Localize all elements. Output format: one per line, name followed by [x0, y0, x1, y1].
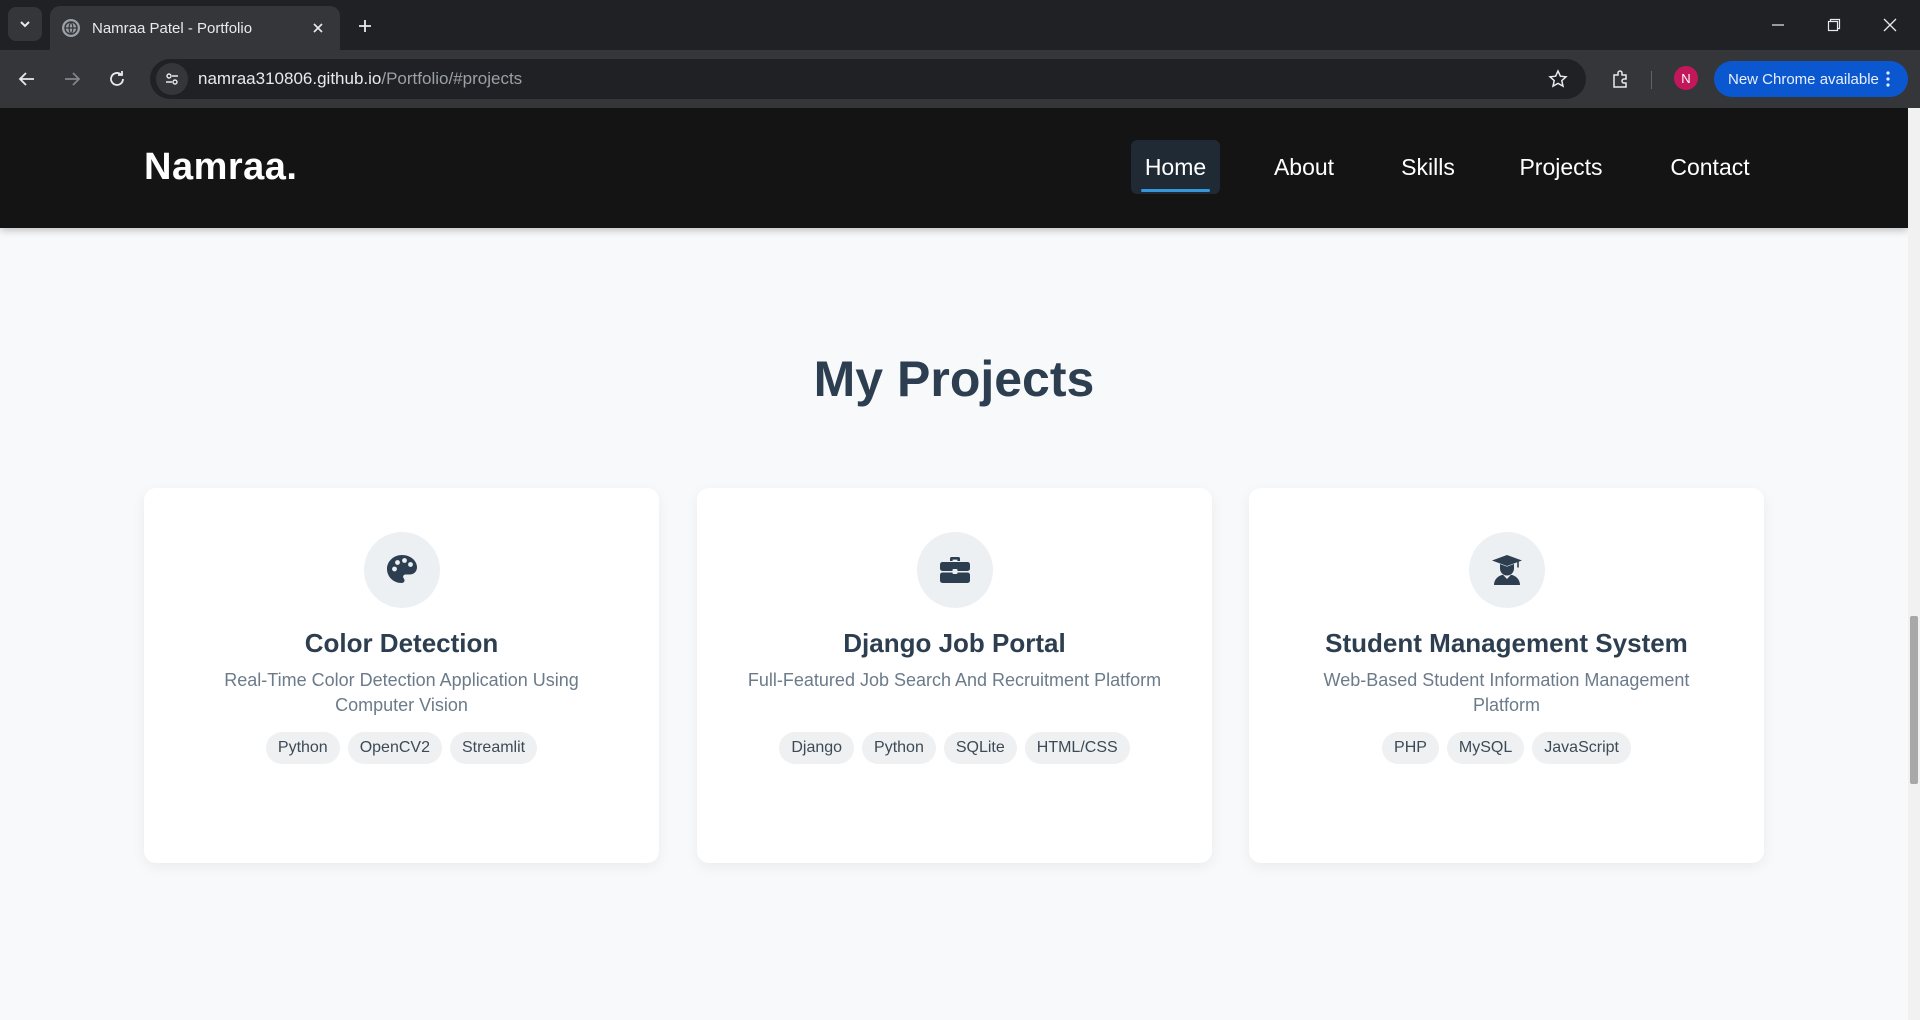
nav-contact[interactable]: Contact	[1660, 140, 1760, 194]
chevron-down-icon	[20, 21, 30, 28]
plus-icon	[359, 20, 371, 32]
tech-tag: Streamlit	[449, 732, 538, 764]
tech-tag: Python	[862, 732, 936, 764]
project-description: Full-Featured Job Search And Recruitment…	[747, 670, 1162, 690]
minimize-button[interactable]	[1750, 0, 1806, 50]
update-label: New Chrome available	[1728, 70, 1879, 88]
tech-tag: JavaScript	[1532, 732, 1631, 764]
bookmark-star-icon[interactable]	[1546, 67, 1570, 91]
project-tags: Django Python SQLite HTML/CSS	[697, 732, 1212, 764]
project-tags: Python OpenCV2 Streamlit	[144, 732, 659, 764]
address-bar[interactable]: namraa310806.github.io/Portfolio/#projec…	[150, 59, 1586, 99]
arrow-right-icon	[65, 72, 81, 86]
forward-button[interactable]	[55, 62, 89, 96]
more-vert-icon[interactable]	[1878, 69, 1898, 89]
project-card-django-job-portal[interactable]: Django Job Portal Full-Featured Job Sear…	[697, 488, 1212, 863]
tech-tag: Python	[265, 732, 340, 764]
browser-tab[interactable]: Namraa Patel - Portfolio	[50, 6, 340, 50]
arrow-left-icon	[18, 72, 34, 86]
globe-icon	[62, 19, 80, 37]
minimize-icon	[1772, 24, 1784, 26]
chrome-update-button[interactable]: New Chrome available	[1714, 61, 1908, 97]
project-card-color-detection[interactable]: Color Detection Real-Time Color Detectio…	[144, 488, 659, 863]
projects-heading: My Projects	[813, 351, 1095, 407]
scrollbar-thumb[interactable]	[1910, 616, 1918, 784]
nav-projects[interactable]: Projects	[1508, 140, 1614, 194]
site-info-icon[interactable]	[156, 63, 188, 95]
graduate-icon	[1469, 532, 1545, 608]
project-title: Django Job Portal	[843, 628, 1066, 658]
tech-tag: HTML/CSS	[1024, 732, 1130, 764]
project-description: Real-Time Color Detection Application Us…	[224, 670, 579, 715]
url-text: namraa310806.github.io/Portfolio/#projec…	[198, 69, 522, 89]
reload-button[interactable]	[100, 62, 134, 96]
nav-about[interactable]: About	[1258, 140, 1350, 194]
profile-avatar[interactable]: N	[1674, 66, 1698, 90]
project-description: Web-Based Student Information Management…	[1323, 670, 1690, 715]
tech-tag: MySQL	[1446, 732, 1525, 764]
toolbar-divider	[1651, 71, 1652, 89]
nav-home[interactable]: Home	[1131, 140, 1220, 194]
url-host: namraa310806.github.io	[198, 69, 382, 88]
project-title: Color Detection	[304, 628, 499, 658]
tech-tag: PHP	[1382, 732, 1439, 764]
project-card-student-management[interactable]: Student Management System Web-Based Stud…	[1249, 488, 1764, 863]
tab-search-button[interactable]	[8, 7, 42, 41]
briefcase-icon	[917, 532, 993, 608]
project-tags: PHP MySQL JavaScript	[1249, 732, 1764, 764]
tech-tag: SQLite	[943, 732, 1017, 764]
site-header: Namraa. Home About Skills Projects Conta…	[0, 108, 1908, 228]
page-viewport: Namraa. Home About Skills Projects Conta…	[0, 108, 1920, 1020]
tech-tag: Django	[779, 732, 855, 764]
site-logo[interactable]: Namraa.	[144, 146, 297, 189]
restore-button[interactable]	[1806, 0, 1862, 50]
new-tab-button[interactable]	[350, 11, 380, 41]
browser-toolbar: namraa310806.github.io/Portfolio/#projec…	[0, 50, 1920, 108]
nav-skills[interactable]: Skills	[1392, 140, 1464, 194]
tab-title: Namraa Patel - Portfolio	[92, 19, 253, 37]
back-button[interactable]	[10, 62, 44, 96]
tab-close-icon[interactable]	[308, 18, 328, 38]
palette-icon	[364, 532, 440, 608]
tab-bar: Namraa Patel - Portfolio	[0, 0, 1920, 50]
close-icon	[1883, 18, 1897, 32]
reload-icon	[110, 71, 124, 86]
project-title: Student Management System	[1325, 628, 1688, 658]
tech-tag: OpenCV2	[347, 732, 442, 764]
close-window-button[interactable]	[1862, 0, 1918, 50]
page-scrollbar[interactable]	[1908, 108, 1920, 1020]
restore-icon	[1827, 18, 1841, 32]
extensions-icon[interactable]	[1604, 63, 1636, 95]
url-path: /Portfolio/#projects	[381, 69, 523, 88]
